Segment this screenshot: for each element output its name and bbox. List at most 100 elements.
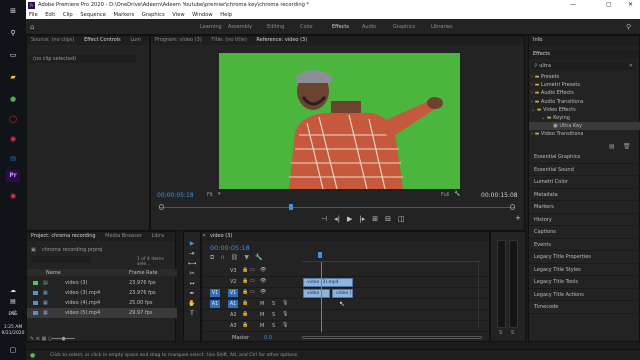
- lock-icon[interactable]: 🔒: [242, 311, 248, 317]
- workspace-assembly[interactable]: Assembly: [228, 24, 252, 30]
- sync-icon[interactable]: ▭: [250, 289, 255, 295]
- step-back-icon[interactable]: ◂|: [334, 215, 340, 223]
- panel-essential-graphics[interactable]: Essential Graphics: [529, 151, 640, 164]
- maximize-icon[interactable]: ▢: [606, 1, 612, 8]
- tab-source[interactable]: Source: (no clips): [31, 37, 74, 43]
- delete-icon[interactable]: 🗑: [623, 143, 631, 150]
- search-icon[interactable]: ⚲: [626, 23, 631, 31]
- ripple-edit-tool-icon[interactable]: ⟷: [188, 260, 197, 267]
- mute-button[interactable]: M: [260, 312, 264, 318]
- panel-events[interactable]: Events: [529, 239, 640, 251]
- tab-program[interactable]: Program: video (3): [155, 37, 202, 43]
- tab-title[interactable]: Title: (no title): [211, 37, 246, 43]
- chrome-icon[interactable]: ●: [6, 93, 20, 105]
- project-item[interactable]: ▦ video (4).mp4 25.00 fps: [27, 298, 177, 308]
- menu-file[interactable]: File: [29, 12, 38, 18]
- playhead-marker[interactable]: [289, 204, 294, 210]
- nest-icon[interactable]: ⧉: [210, 254, 214, 262]
- icon-view-icon[interactable]: ▦: [42, 336, 47, 342]
- eye-icon[interactable]: 👁: [260, 278, 266, 284]
- workspace-editing[interactable]: Editing: [267, 24, 284, 30]
- menu-edit[interactable]: Edit: [45, 12, 55, 18]
- panel-legacy-title-actions[interactable]: Legacy Title Actions: [529, 289, 640, 301]
- timeline-zoom-scrollbar[interactable]: [302, 336, 482, 339]
- tab-libraries[interactable]: Libra: [152, 233, 164, 239]
- project-search-input[interactable]: [31, 256, 91, 263]
- track-label[interactable]: A2: [230, 312, 237, 318]
- quality-dropdown[interactable]: Full: [441, 192, 450, 198]
- panel-lumetri-color[interactable]: Lumetri Color: [529, 176, 640, 189]
- wrench-icon[interactable]: 🔧: [255, 254, 262, 262]
- menu-graphics[interactable]: Graphics: [142, 12, 165, 18]
- program-timecode[interactable]: 00:00:05:18: [157, 192, 194, 199]
- timeline-ruler[interactable]: [302, 252, 480, 262]
- lock-icon[interactable]: 🔒: [242, 267, 248, 273]
- track-label[interactable]: V3: [230, 268, 237, 274]
- clip-video-top[interactable]: video (3).mp4: [303, 278, 353, 287]
- menu-sequence[interactable]: Sequence: [80, 12, 106, 18]
- effects-tree-item[interactable]: › ▬ Video Transitions: [529, 130, 640, 138]
- microphone-icon[interactable]: 🎙: [282, 311, 288, 317]
- task-view-icon[interactable]: ▭: [6, 49, 20, 61]
- tab-lumetri[interactable]: Lum: [130, 37, 141, 43]
- mute-button[interactable]: M: [260, 323, 264, 329]
- workspace-learning[interactable]: Learning: [200, 24, 222, 30]
- snap-icon[interactable]: ∩: [220, 254, 224, 262]
- notifications-icon[interactable]: ▢: [6, 344, 20, 356]
- add-marker-icon[interactable]: ▼: [244, 254, 249, 262]
- home-icon[interactable]: ⌂: [30, 23, 34, 31]
- close-icon[interactable]: ✕: [628, 1, 633, 8]
- new-bin-icon[interactable]: ▤: [609, 143, 615, 150]
- track-label[interactable]: V1: [228, 289, 238, 297]
- panel-captions[interactable]: Captions: [529, 226, 640, 239]
- panel-essential-sound[interactable]: Essential Sound: [529, 164, 640, 176]
- source-patch-v1[interactable]: V1: [210, 289, 220, 297]
- panel-markers[interactable]: Markers: [529, 201, 640, 214]
- track-label[interactable]: V2: [230, 279, 237, 285]
- hand-tool-icon[interactable]: ✋: [188, 300, 195, 307]
- windows-start-icon[interactable]: ⊞: [6, 5, 20, 17]
- panel-legacy-title-properties[interactable]: Legacy Title Properties: [529, 251, 640, 264]
- add-button-icon[interactable]: +: [515, 214, 521, 222]
- fit-dropdown[interactable]: Fit: [207, 192, 213, 198]
- meter-solo-button[interactable]: S: [499, 330, 502, 336]
- effects-tree-item[interactable]: › ▬ Presets: [529, 73, 640, 81]
- sync-icon[interactable]: ▭: [250, 278, 255, 284]
- menu-view[interactable]: View: [172, 12, 184, 18]
- track-select-tool-icon[interactable]: ⇥: [189, 250, 194, 257]
- clear-search-icon[interactable]: ✕: [629, 62, 633, 70]
- lock-icon[interactable]: 🔒: [242, 300, 248, 306]
- clock-date[interactable]: 9/21/2020: [0, 331, 26, 336]
- lock-icon[interactable]: 🔒: [242, 289, 248, 295]
- effects-tree-item[interactable]: › ▬ Audio Effects: [529, 89, 640, 97]
- video-frame[interactable]: [219, 53, 460, 189]
- step-forward-icon[interactable]: |▸: [359, 215, 365, 223]
- tab-sequence[interactable]: video (3): [210, 233, 232, 239]
- effects-tree-item-selected[interactable]: ▣ Ultra Key: [529, 122, 640, 131]
- solo-button[interactable]: S: [272, 323, 275, 329]
- search-icon[interactable]: ⚲: [6, 27, 20, 39]
- menu-window[interactable]: Window: [192, 12, 212, 18]
- razor-tool-icon[interactable]: ✂: [189, 270, 194, 277]
- menu-clip[interactable]: Clip: [63, 12, 73, 18]
- project-item-selected[interactable]: ▦ video (5).mp4 29.97 fps: [27, 308, 177, 318]
- selection-tool-icon[interactable]: ▶: [190, 240, 195, 247]
- workspace-audio[interactable]: Audio: [362, 24, 376, 30]
- export-frame-icon[interactable]: ◫: [398, 215, 405, 223]
- pen-tool-icon[interactable]: ✒: [189, 290, 194, 297]
- menu-help[interactable]: Help: [220, 12, 232, 18]
- minimize-icon[interactable]: —: [570, 1, 576, 8]
- track-label[interactable]: A3: [230, 323, 237, 329]
- eye-icon[interactable]: 👁: [260, 267, 266, 273]
- program-scrubber[interactable]: [159, 204, 515, 210]
- file-explorer-icon[interactable]: ▰: [6, 71, 20, 83]
- lock-icon[interactable]: 🔒: [242, 278, 248, 284]
- project-item[interactable]: ▤ video (3) 23.976 fps: [27, 278, 177, 288]
- panel-history[interactable]: History: [529, 214, 640, 226]
- slip-tool-icon[interactable]: ↔: [189, 280, 194, 287]
- mail-icon[interactable]: ✉: [6, 153, 20, 165]
- workspace-effects[interactable]: Effects: [332, 24, 349, 30]
- panel-legacy-title-tools[interactable]: Legacy Title Tools: [529, 276, 640, 289]
- opera-icon[interactable]: ◯: [6, 113, 20, 125]
- premiere-pro-icon[interactable]: Pr: [6, 170, 20, 182]
